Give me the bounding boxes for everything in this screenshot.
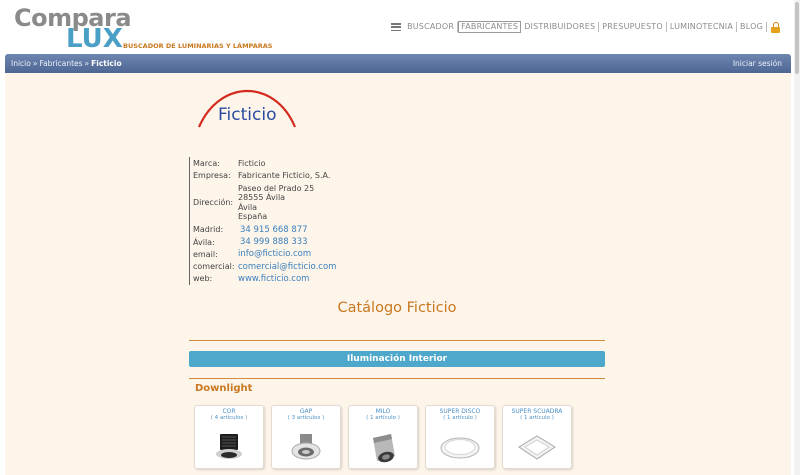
product-count: ( 3 artículos ) xyxy=(287,415,325,421)
product-image xyxy=(518,435,556,460)
nav-luminotecnia[interactable]: LUMINOTECNIA xyxy=(667,22,738,32)
logo-text-lux: LUX xyxy=(66,24,123,54)
breadcrumb-current: Ficticio xyxy=(91,59,122,68)
info-row-madrid: Madrid: 34 915 668 877 xyxy=(193,224,336,236)
section-header[interactable]: Iluminación Interior xyxy=(189,351,605,367)
product-card-milo[interactable]: MILO ( 1 artículo ) xyxy=(348,405,418,469)
lock-icon[interactable] xyxy=(771,21,780,33)
info-row-marca: Marca: Ficticio xyxy=(193,157,336,169)
logo-tagline: BUSCADOR DE LUMINARIAS Y LÁMPARAS xyxy=(123,42,273,50)
product-name: COR xyxy=(222,408,236,415)
address-line: España xyxy=(238,212,268,222)
product-name: GAP xyxy=(299,408,313,415)
product-name: SUPER SCUADRA xyxy=(511,408,563,415)
product-image xyxy=(291,434,321,460)
address-block: Paseo del Prado 25 28555 Ávila Ávila Esp… xyxy=(238,184,314,222)
info-row-empresa: Empresa: Fabricante Ficticio, S.A. xyxy=(193,169,336,181)
product-name: SUPER DISCO xyxy=(439,408,481,415)
info-value: Ficticio xyxy=(238,158,266,168)
comercial-email-link[interactable]: comercial@ficticio.com xyxy=(238,262,336,272)
subcategory-title[interactable]: Downlight xyxy=(195,383,252,394)
info-row-comercial: comercial: comercial@ficticio.com xyxy=(193,260,336,272)
site-header: Compara LUX BUSCADOR DE LUMINARIAS Y LÁM… xyxy=(0,0,794,54)
product-count: ( 4 artículos ) xyxy=(210,415,248,421)
menu-icon[interactable] xyxy=(391,23,402,31)
scrollbar-thumb[interactable] xyxy=(795,2,799,74)
info-value: Fabricante Ficticio, S.A. xyxy=(238,170,331,180)
product-image xyxy=(373,434,395,463)
main-content: Ficticio Marca: Ficticio Empresa: Fabric… xyxy=(5,73,791,475)
nav-distribuidores[interactable]: DISTRIBUIDORES xyxy=(521,22,600,32)
breadcrumb-bar: Inicio » Fabricantes » Ficticio Iniciar … xyxy=(5,54,791,73)
info-row-email: email: info@ficticio.com xyxy=(193,248,336,260)
info-label: Madrid: xyxy=(193,225,224,235)
nav-fabricantes[interactable]: FABRICANTES xyxy=(458,21,522,33)
info-label: comercial: xyxy=(193,262,235,272)
info-label: Dirección: xyxy=(193,197,234,207)
product-image xyxy=(440,437,480,459)
nav-blog[interactable]: BLOG xyxy=(737,22,767,32)
divider xyxy=(189,340,605,341)
email-link[interactable]: info@ficticio.com xyxy=(238,249,311,259)
breadcrumb-separator: » xyxy=(32,59,38,68)
manufacturer-info: Marca: Ficticio Empresa: Fabricante Fict… xyxy=(189,157,336,286)
phone-avila-link[interactable]: 34 999 888 333 xyxy=(238,237,308,247)
info-label: email: xyxy=(193,249,218,259)
brand-logo-text: Ficticio xyxy=(218,105,277,125)
product-grid: COR ( 4 artículos ) GAP ( 3 artículos ) xyxy=(194,405,572,469)
address-line: 28555 Ávila xyxy=(238,193,286,203)
info-label: Empresa: xyxy=(193,170,231,180)
breadcrumb: Inicio » Fabricantes » Ficticio xyxy=(11,59,122,68)
info-label: Ávila: xyxy=(193,237,215,247)
address-line: Ávila xyxy=(238,202,258,212)
product-card-gap[interactable]: GAP ( 3 artículos ) xyxy=(271,405,341,469)
info-row-direccion: Dirección: Paseo del Prado 25 28555 Ávil… xyxy=(193,182,336,224)
address-line: Paseo del Prado 25 xyxy=(238,183,315,193)
breadcrumb-fabricantes[interactable]: Fabricantes xyxy=(39,59,82,68)
nav-presupuesto[interactable]: PRESUPUESTO xyxy=(599,22,667,32)
info-row-web: web: www.ficticio.com xyxy=(193,273,336,285)
website-link[interactable]: www.ficticio.com xyxy=(238,274,309,284)
divider xyxy=(189,378,605,379)
nav-buscador[interactable]: BUSCADOR xyxy=(404,22,459,32)
login-link[interactable]: Iniciar sesión xyxy=(733,59,782,68)
phone-madrid-link[interactable]: 34 915 668 877 xyxy=(238,225,308,235)
breadcrumb-inicio[interactable]: Inicio xyxy=(11,59,31,68)
breadcrumb-separator: » xyxy=(84,59,90,68)
main-nav: BUSCADOR FABRICANTES DISTRIBUIDORES PRES… xyxy=(391,21,780,33)
product-count: ( 1 artículo ) xyxy=(366,415,400,421)
brand-logo: Ficticio xyxy=(195,87,305,132)
info-row-avila: Ávila: 34 999 888 333 xyxy=(193,236,336,248)
product-count: ( 1 artículo ) xyxy=(443,415,477,421)
product-card-super-disco[interactable]: SUPER DISCO ( 1 artículo ) xyxy=(425,405,495,469)
product-image xyxy=(216,434,242,459)
product-card-cor[interactable]: COR ( 4 artículos ) xyxy=(194,405,264,469)
info-label: Marca: xyxy=(193,158,220,168)
info-label: web: xyxy=(193,274,213,284)
page-scrollbar[interactable] xyxy=(794,0,800,475)
catalog-title: Catálogo Ficticio xyxy=(337,300,457,316)
product-card-super-scuadra[interactable]: SUPER SCUADRA ( 1 artículo ) xyxy=(502,405,572,469)
product-count: ( 1 artículo ) xyxy=(520,415,554,421)
product-name: MILO xyxy=(375,408,391,415)
